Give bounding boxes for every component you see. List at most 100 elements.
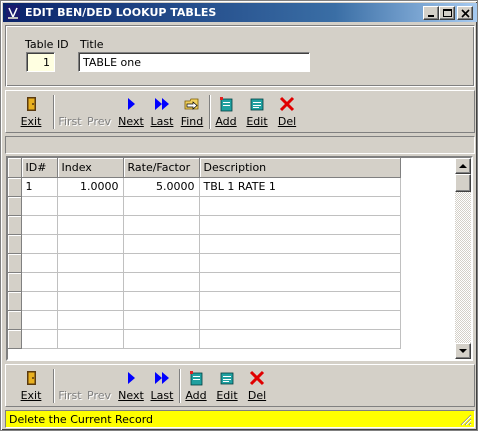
cell-index[interactable] bbox=[57, 234, 124, 254]
cell-description[interactable] bbox=[199, 234, 401, 254]
edit-button[interactable]: Edit bbox=[244, 93, 270, 131]
minimize-button[interactable] bbox=[423, 6, 439, 20]
next-arrow-icon bbox=[128, 98, 135, 110]
row-selector[interactable] bbox=[8, 253, 22, 273]
table-row[interactable] bbox=[8, 215, 401, 235]
row-selector[interactable] bbox=[8, 272, 22, 292]
cell-index[interactable] bbox=[57, 272, 124, 292]
add-button[interactable]: Add bbox=[183, 367, 209, 405]
minimize-icon bbox=[428, 15, 434, 17]
scroll-down-button[interactable] bbox=[455, 343, 471, 359]
cell-index[interactable]: 1.0000 bbox=[57, 177, 124, 197]
table-row[interactable] bbox=[8, 291, 401, 311]
cell-index[interactable] bbox=[57, 196, 124, 216]
row-selector[interactable] bbox=[8, 329, 22, 349]
cell-description[interactable] bbox=[199, 329, 401, 349]
cell-description[interactable] bbox=[199, 215, 401, 235]
corner-cell bbox=[8, 158, 22, 178]
add-record-icon bbox=[220, 97, 233, 112]
table-row[interactable] bbox=[8, 234, 401, 254]
title-field[interactable]: TABLE one bbox=[78, 52, 310, 72]
first-button[interactable]: First bbox=[57, 93, 83, 131]
del-button[interactable]: Del bbox=[274, 93, 300, 131]
cell-id[interactable] bbox=[21, 215, 58, 235]
table-row[interactable] bbox=[8, 310, 401, 330]
prev-button[interactable]: Prev bbox=[86, 93, 112, 131]
edit-button[interactable]: Edit bbox=[214, 367, 240, 405]
prev-button[interactable]: Prev bbox=[86, 367, 112, 405]
cell-id[interactable] bbox=[21, 291, 58, 311]
last-button[interactable]: Last bbox=[148, 367, 176, 405]
cell-index[interactable] bbox=[57, 291, 124, 311]
row-selector[interactable] bbox=[8, 196, 22, 216]
scroll-up-button[interactable] bbox=[455, 158, 471, 174]
next-button[interactable]: Next bbox=[118, 367, 144, 405]
column-header-id[interactable]: ID# bbox=[21, 158, 58, 178]
cell-description[interactable] bbox=[199, 196, 401, 216]
cell-index[interactable] bbox=[57, 215, 124, 235]
add-label: Add bbox=[185, 389, 207, 402]
cell-rate-factor[interactable]: 5.0000 bbox=[123, 177, 200, 197]
cell-rate-factor[interactable] bbox=[123, 215, 200, 235]
find-button[interactable]: Find bbox=[178, 93, 206, 131]
cell-rate-factor[interactable] bbox=[123, 329, 200, 349]
add-button[interactable]: Add bbox=[213, 93, 239, 131]
cell-index[interactable] bbox=[57, 310, 124, 330]
exit-button[interactable]: Exit bbox=[16, 93, 46, 131]
bottom-toolbar: Exit First Prev Next Last Add Edit Del bbox=[5, 364, 475, 407]
cell-description[interactable] bbox=[199, 291, 401, 311]
last-label: Last bbox=[150, 115, 174, 128]
cell-rate-factor[interactable] bbox=[123, 272, 200, 292]
table-row[interactable] bbox=[8, 253, 401, 273]
last-double-arrow-icon bbox=[155, 98, 169, 110]
last-double-arrow-icon bbox=[155, 372, 169, 384]
cell-description[interactable] bbox=[199, 253, 401, 273]
lookup-grid[interactable]: ID# Index Rate/Factor Description 1 1.000… bbox=[6, 156, 473, 361]
column-header-description[interactable]: Description bbox=[199, 158, 401, 178]
cell-id[interactable] bbox=[21, 329, 58, 349]
first-button[interactable]: First bbox=[57, 367, 83, 405]
title-bar[interactable]: EDIT BEN/DED LOOKUP TABLES bbox=[3, 3, 477, 22]
row-selector[interactable] bbox=[8, 177, 22, 197]
resize-grip-icon[interactable] bbox=[460, 414, 472, 426]
column-header-index[interactable]: Index bbox=[57, 158, 124, 178]
last-button[interactable]: Last bbox=[148, 93, 176, 131]
table-row[interactable] bbox=[8, 272, 401, 292]
cell-description[interactable] bbox=[199, 310, 401, 330]
close-icon bbox=[461, 9, 470, 18]
cell-id[interactable] bbox=[21, 196, 58, 216]
cell-index[interactable] bbox=[57, 329, 124, 349]
row-selector[interactable] bbox=[8, 215, 22, 235]
close-button[interactable] bbox=[457, 6, 473, 20]
scroll-thumb[interactable] bbox=[455, 174, 471, 192]
cell-rate-factor[interactable] bbox=[123, 196, 200, 216]
next-button[interactable]: Next bbox=[118, 93, 144, 131]
cell-rate-factor[interactable] bbox=[123, 310, 200, 330]
table-row[interactable] bbox=[8, 329, 401, 349]
cell-description[interactable] bbox=[199, 272, 401, 292]
del-button[interactable]: Del bbox=[244, 367, 270, 405]
cell-id[interactable]: 1 bbox=[21, 177, 58, 197]
cell-rate-factor[interactable] bbox=[123, 291, 200, 311]
maximize-button[interactable] bbox=[439, 6, 455, 20]
row-selector[interactable] bbox=[8, 310, 22, 330]
cell-rate-factor[interactable] bbox=[123, 253, 200, 273]
table-id-field[interactable]: 1 bbox=[26, 52, 55, 72]
table-row[interactable] bbox=[8, 196, 401, 216]
cell-description[interactable]: TBL 1 RATE 1 bbox=[199, 177, 401, 197]
cell-id[interactable] bbox=[21, 310, 58, 330]
row-selector[interactable] bbox=[8, 234, 22, 254]
window-title: EDIT BEN/DED LOOKUP TABLES bbox=[25, 6, 217, 19]
exit-button[interactable]: Exit bbox=[16, 367, 46, 405]
cell-index[interactable] bbox=[57, 253, 124, 273]
table-row[interactable]: 1 1.0000 5.0000 TBL 1 RATE 1 bbox=[8, 177, 401, 197]
next-label: Next bbox=[118, 389, 144, 402]
column-header-rate-factor[interactable]: Rate/Factor bbox=[123, 158, 200, 178]
row-selector[interactable] bbox=[8, 291, 22, 311]
find-label: Find bbox=[180, 115, 204, 128]
vertical-scrollbar[interactable] bbox=[455, 158, 471, 359]
cell-id[interactable] bbox=[21, 234, 58, 254]
cell-id[interactable] bbox=[21, 272, 58, 292]
cell-rate-factor[interactable] bbox=[123, 234, 200, 254]
cell-id[interactable] bbox=[21, 253, 58, 273]
